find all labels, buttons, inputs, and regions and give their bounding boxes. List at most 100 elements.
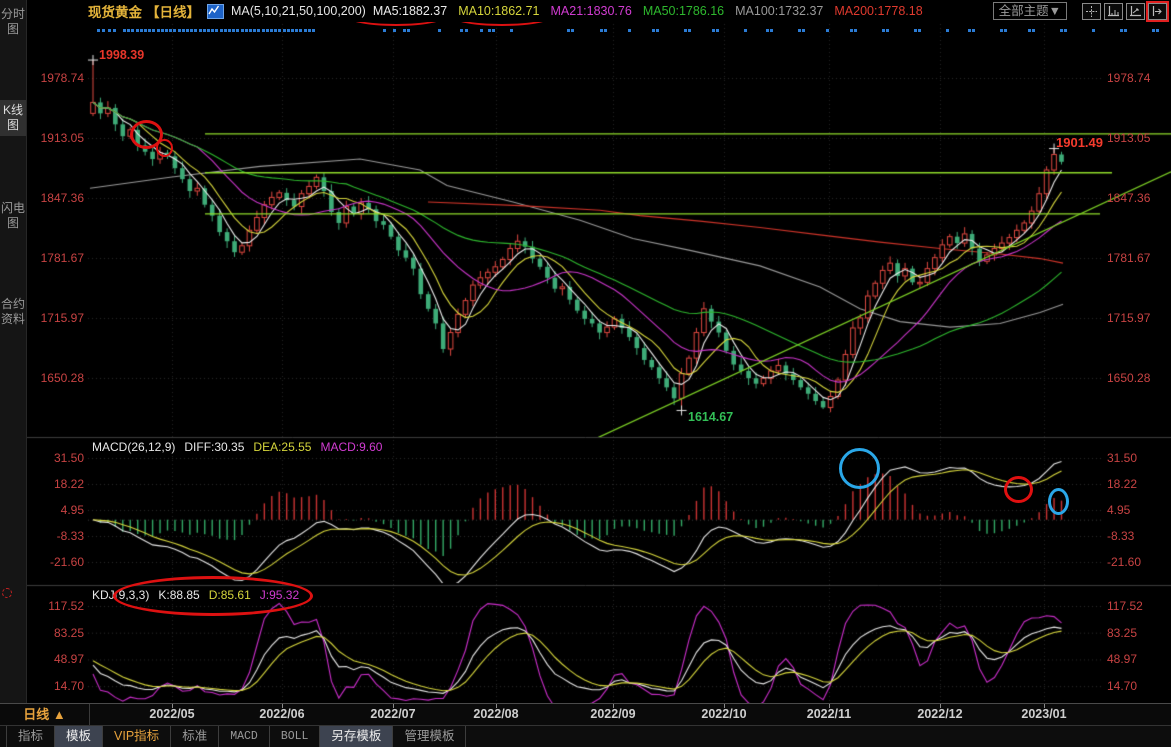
event-dot bbox=[826, 29, 829, 32]
sidebar-tab-2[interactable]: K线图 bbox=[0, 100, 26, 136]
event-dot bbox=[291, 29, 294, 32]
event-dot bbox=[914, 29, 917, 32]
event-dot bbox=[97, 29, 100, 32]
event-dot bbox=[393, 29, 396, 32]
event-dot bbox=[510, 29, 513, 32]
bottom-tab-4[interactable]: 标准 bbox=[171, 726, 219, 747]
event-dot bbox=[178, 29, 181, 32]
event-dot bbox=[1156, 29, 1159, 32]
price-axis-label-l-3: 1913.05 bbox=[26, 131, 84, 145]
event-dot bbox=[882, 29, 885, 32]
event-dot bbox=[102, 29, 105, 32]
macd-title[interactable]: MACD(26,12,9) bbox=[92, 440, 175, 454]
x-axis-label-2022/10: 2022/10 bbox=[701, 707, 746, 721]
bottom-tab-2[interactable]: 模板 bbox=[55, 726, 103, 747]
period-selector[interactable]: 日线 ▲ bbox=[0, 704, 90, 726]
event-dot bbox=[108, 29, 111, 32]
kline-settings-icon[interactable] bbox=[207, 4, 224, 19]
event-dot bbox=[127, 29, 130, 32]
kdj-axis-label-l-4: 14.70 bbox=[26, 679, 84, 693]
event-dot bbox=[224, 29, 227, 32]
event-dot bbox=[173, 29, 176, 32]
event-dot bbox=[266, 29, 269, 32]
ma-value-6: MA200:1778.18 bbox=[834, 4, 922, 18]
price-axis-label-r-2: 1978.74 bbox=[1107, 71, 1165, 85]
bottom-tab-3[interactable]: VIP指标 bbox=[103, 726, 171, 747]
x-axis-label-2023/01: 2023/01 bbox=[1021, 707, 1066, 721]
event-dot bbox=[148, 29, 151, 32]
event-dot bbox=[287, 29, 290, 32]
bottom-tab-6[interactable]: BOLL bbox=[270, 726, 321, 747]
event-dot bbox=[688, 29, 691, 32]
macd-axis-label-r-5: -21.60 bbox=[1107, 555, 1165, 569]
ma-value-1: MA5:1882.37 bbox=[373, 4, 447, 18]
axis-grid-icon[interactable] bbox=[1104, 3, 1123, 20]
event-dot bbox=[308, 29, 311, 32]
event-dot bbox=[161, 29, 164, 32]
kdj-axis-label-l-1: 117.52 bbox=[26, 599, 84, 613]
pane-settings-icon[interactable] bbox=[2, 588, 12, 598]
kdj-title[interactable]: KDJ(9,3,3) bbox=[92, 588, 149, 602]
x-axis-tick bbox=[172, 704, 173, 708]
bottom-tab-7[interactable]: 另存模板 bbox=[320, 726, 393, 747]
sidebar-tab-1[interactable]: 分时图 bbox=[0, 4, 26, 40]
macd-value-2: DEA:25.55 bbox=[253, 440, 311, 454]
event-dot bbox=[236, 29, 239, 32]
event-dot bbox=[207, 29, 210, 32]
event-dot bbox=[403, 29, 406, 32]
bottom-tab-1[interactable]: 指标 bbox=[6, 726, 55, 747]
event-dot bbox=[186, 29, 189, 32]
event-dot bbox=[136, 29, 139, 32]
macd-axis-label-l-3: 4.95 bbox=[26, 503, 84, 517]
event-dot bbox=[850, 29, 853, 32]
event-dot bbox=[169, 29, 172, 32]
axis-scale-icon[interactable] bbox=[1126, 3, 1145, 20]
event-dot bbox=[918, 29, 921, 32]
event-dot bbox=[113, 29, 116, 32]
event-dot bbox=[628, 29, 631, 32]
event-dot bbox=[312, 29, 315, 32]
bottom-tab-5[interactable]: MACD bbox=[219, 726, 270, 747]
event-dot bbox=[232, 29, 235, 32]
event-dot bbox=[228, 29, 231, 32]
ma-group-label[interactable]: MA(5,10,21,50,100,200) bbox=[231, 4, 366, 18]
all-themes-button[interactable]: 全部主题▼ bbox=[993, 2, 1067, 20]
kdj-axis-label-l-2: 83.25 bbox=[26, 626, 84, 640]
event-dot bbox=[249, 29, 252, 32]
event-dot bbox=[194, 29, 197, 32]
event-dot bbox=[257, 29, 260, 32]
event-dot bbox=[1060, 29, 1063, 32]
x-axis-label-2022/09: 2022/09 bbox=[590, 707, 635, 721]
bottom-tab-8[interactable]: 管理模板 bbox=[393, 726, 466, 747]
pan-icon[interactable] bbox=[1082, 3, 1101, 20]
event-dot bbox=[1004, 29, 1007, 32]
price-chart-canvas[interactable] bbox=[0, 0, 1171, 747]
x-axis-tick bbox=[282, 704, 283, 708]
price-axis-label-r-3: 1913.05 bbox=[1107, 131, 1165, 145]
event-dot bbox=[270, 29, 273, 32]
last-price-annotation: 1901.49 bbox=[1056, 135, 1103, 150]
event-dot bbox=[488, 29, 491, 32]
macd-value-3: MACD:9.60 bbox=[320, 440, 382, 454]
event-dot bbox=[1028, 29, 1031, 32]
price-axis-label-l-4: 1847.36 bbox=[26, 191, 84, 205]
event-dot bbox=[274, 29, 277, 32]
sidebar-tab-4[interactable]: 合约资料 bbox=[0, 294, 26, 330]
kdj-axis-label-r-1: 117.52 bbox=[1107, 599, 1165, 613]
x-axis-tick bbox=[496, 704, 497, 708]
event-dot bbox=[241, 29, 244, 32]
ma-value-2: MA10:1862.71 bbox=[458, 4, 539, 18]
event-dot bbox=[770, 29, 773, 32]
pop-out-icon[interactable] bbox=[1148, 3, 1167, 20]
event-dot bbox=[299, 29, 302, 32]
x-axis-label-2022/11: 2022/11 bbox=[807, 707, 852, 721]
event-dot bbox=[1092, 29, 1095, 32]
event-dot bbox=[972, 29, 975, 32]
event-dot bbox=[656, 29, 659, 32]
price-axis-label-l-5: 1781.67 bbox=[26, 251, 84, 265]
sidebar-tab-3[interactable]: 闪电图 bbox=[0, 198, 26, 234]
event-dot bbox=[604, 29, 607, 32]
x-axis-tick bbox=[724, 704, 725, 708]
low-price-annotation: 1614.67 bbox=[688, 410, 733, 424]
event-dot bbox=[157, 29, 160, 32]
